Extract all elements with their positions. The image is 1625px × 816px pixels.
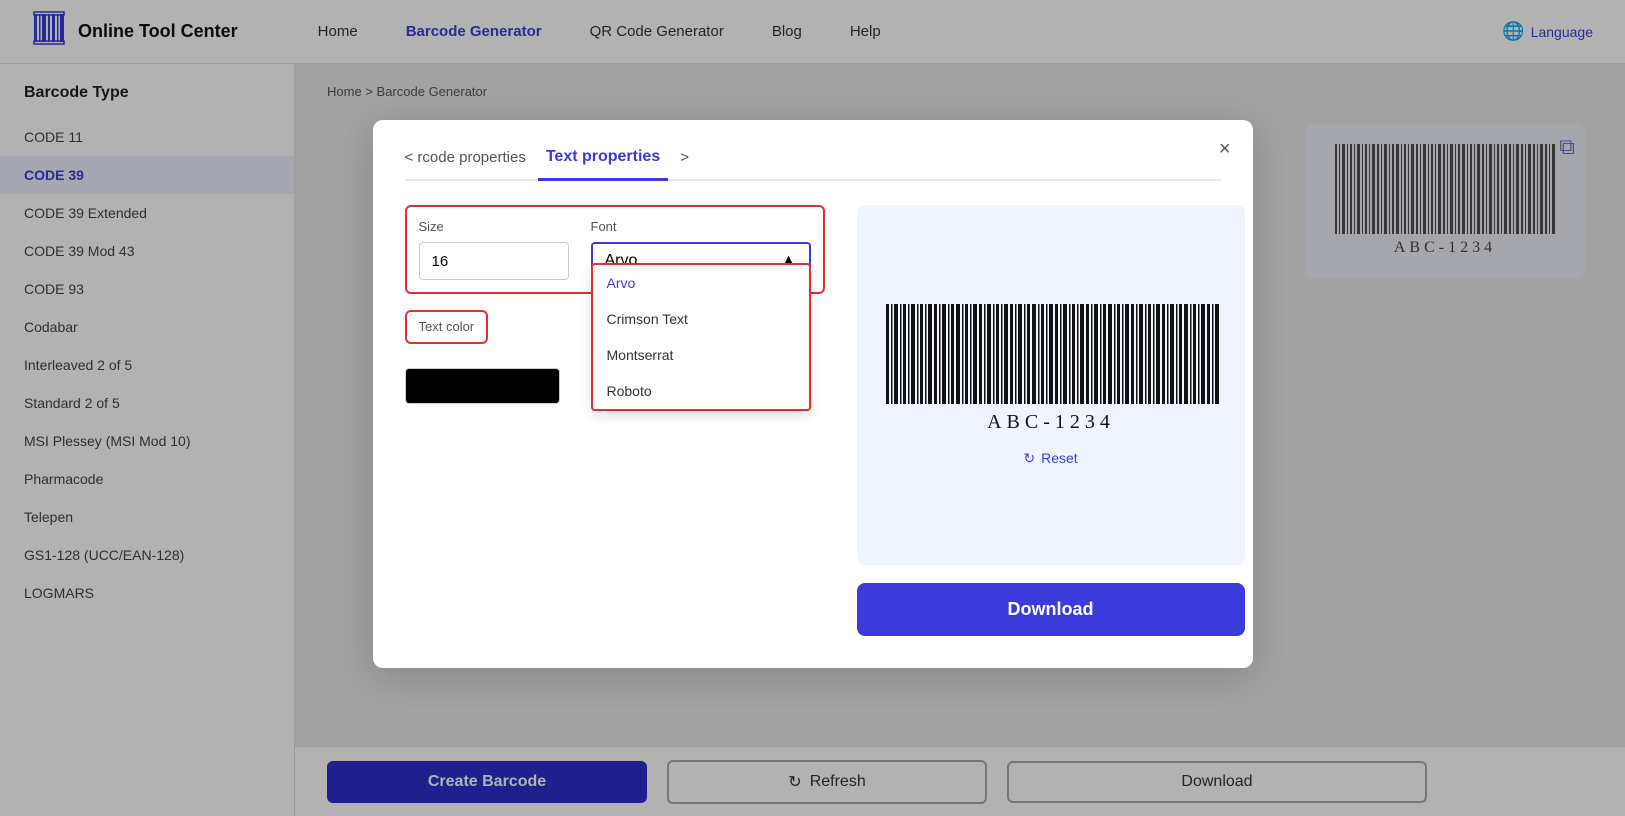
font-option-arvo[interactable]: Arvo	[593, 265, 809, 301]
font-column: Font Arvo ▲ Arvo Crimson Text Montserrat	[591, 219, 811, 280]
download-modal-button[interactable]: Download	[857, 583, 1245, 636]
modal-left-panel: Size ▲ ▼ Font	[405, 205, 825, 636]
font-tab-label[interactable]: Font	[591, 219, 811, 234]
barcode-svg-wrap: ABC-1234	[881, 304, 1221, 434]
modal-tab-barcode-properties[interactable]: < rcode properties	[405, 149, 526, 178]
color-swatch[interactable]	[405, 368, 560, 404]
barcode-preview-svg: ABC-1234	[881, 304, 1221, 434]
font-option-roboto[interactable]: Roboto	[593, 373, 809, 409]
size-font-section: Size ▲ ▼ Font	[405, 205, 825, 294]
barcode-preview-box: ABC-1234 ↻ Reset	[857, 205, 1245, 565]
size-column: Size ▲ ▼	[419, 219, 579, 280]
modal-header: < rcode properties Text properties >	[405, 148, 1221, 181]
modal-tab-next[interactable]: >	[680, 149, 689, 178]
size-input-wrap: ▲ ▼	[419, 242, 569, 280]
font-dropdown: Arvo Crimson Text Montserrat Roboto	[591, 263, 811, 411]
modal-right-panel: ABC-1234 ↻ Reset Download	[857, 205, 1245, 636]
font-option-crimson[interactable]: Crimson Text	[593, 301, 809, 337]
svg-text:ABC-1234: ABC-1234	[987, 411, 1115, 433]
size-font-row: Size ▲ ▼ Font	[419, 219, 811, 280]
text-color-section: Text color	[405, 310, 489, 344]
size-input[interactable]	[420, 243, 569, 279]
reset-icon: ↻	[1023, 450, 1035, 467]
reset-label: Reset	[1041, 450, 1078, 466]
size-tab-label[interactable]: Size	[419, 219, 579, 234]
modal-overlay[interactable]: < rcode properties Text properties > × S…	[0, 0, 1625, 816]
modal-close-button[interactable]: ×	[1219, 138, 1231, 161]
font-option-montserrat[interactable]: Montserrat	[593, 337, 809, 373]
modal-tab-text-properties[interactable]: Text properties	[538, 148, 668, 181]
modal-body: Size ▲ ▼ Font	[405, 205, 1221, 636]
reset-button[interactable]: ↻ Reset	[1023, 450, 1077, 467]
modal: < rcode properties Text properties > × S…	[373, 120, 1253, 668]
text-color-label: Text color	[419, 319, 475, 334]
